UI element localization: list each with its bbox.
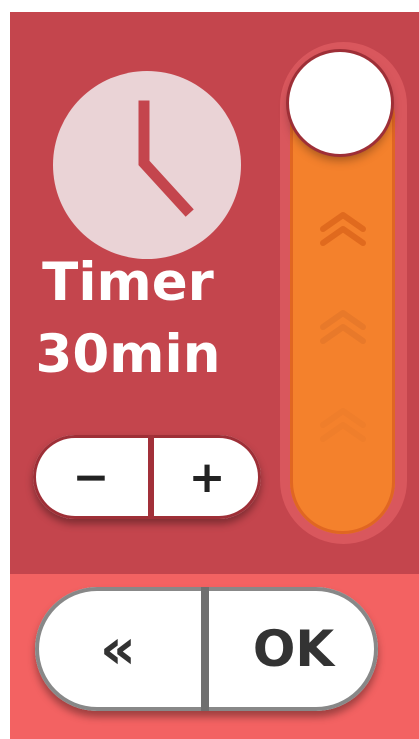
clock-icon bbox=[53, 71, 241, 259]
increase-button[interactable]: + bbox=[153, 435, 261, 519]
chevron-up-icon bbox=[317, 305, 369, 349]
duration-stepper: − + bbox=[33, 435, 261, 519]
timer-panel: Timer 30min − + bbox=[10, 12, 419, 574]
action-bar: « OK bbox=[35, 587, 378, 711]
back-button[interactable]: « bbox=[35, 587, 201, 711]
decrease-button[interactable]: − bbox=[33, 435, 149, 519]
slider-knob[interactable] bbox=[289, 52, 391, 154]
timer-label: Timer bbox=[42, 252, 214, 313]
timer-value: 30min bbox=[35, 324, 221, 385]
chevron-up-icon bbox=[317, 403, 369, 447]
chevron-up-icon bbox=[317, 207, 369, 251]
ok-button[interactable]: OK bbox=[209, 587, 378, 711]
action-divider bbox=[201, 587, 209, 711]
